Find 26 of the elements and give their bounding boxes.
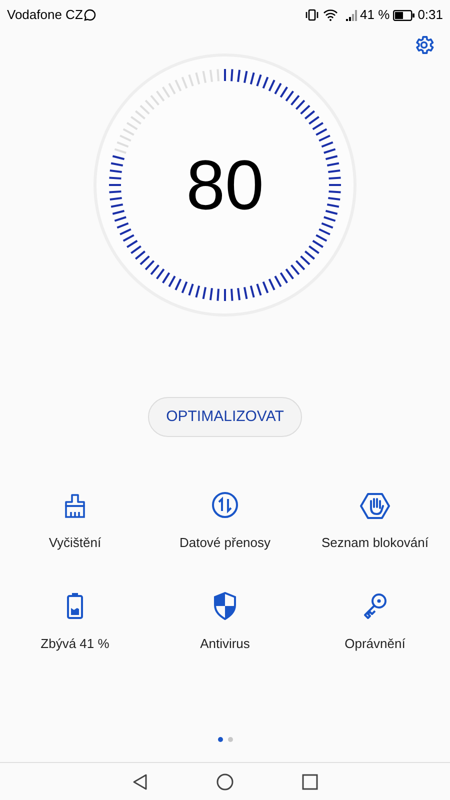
tile-label[interactable]: Zbývá 41 % bbox=[40, 634, 110, 653]
back-icon[interactable] bbox=[132, 772, 148, 790]
signal-icon bbox=[346, 9, 358, 21]
tile-label[interactable]: Seznam blokování bbox=[322, 533, 428, 552]
data-transfer-icon bbox=[211, 491, 239, 519]
battery-icon bbox=[66, 592, 84, 620]
shield-icon bbox=[213, 592, 237, 620]
key-icon bbox=[362, 592, 388, 620]
recents-icon[interactable] bbox=[302, 774, 318, 790]
tile-label[interactable]: Vyčištění bbox=[48, 533, 102, 552]
tile-label[interactable]: Oprávnění bbox=[344, 634, 406, 653]
battery-icon bbox=[392, 10, 415, 20]
wifi-icon bbox=[323, 9, 338, 21]
clock-time: 0:31 bbox=[418, 6, 443, 24]
tile-label[interactable]: Antivirus bbox=[200, 634, 250, 653]
brush-icon bbox=[62, 493, 88, 519]
hand-icon bbox=[360, 493, 390, 519]
home-icon[interactable] bbox=[216, 772, 234, 790]
carrier-name: Vodafone CZ bbox=[7, 6, 83, 24]
score-value: 80 bbox=[186, 150, 264, 220]
optimize-button[interactable]: OPTIMALIZOVAT bbox=[148, 397, 302, 437]
chat-icon bbox=[84, 9, 96, 21]
settings-icon[interactable] bbox=[413, 34, 435, 56]
battery-percent: 41 % bbox=[360, 6, 390, 24]
tile-label[interactable]: Datové přenosy bbox=[179, 533, 271, 552]
vibrate-icon bbox=[305, 9, 320, 21]
